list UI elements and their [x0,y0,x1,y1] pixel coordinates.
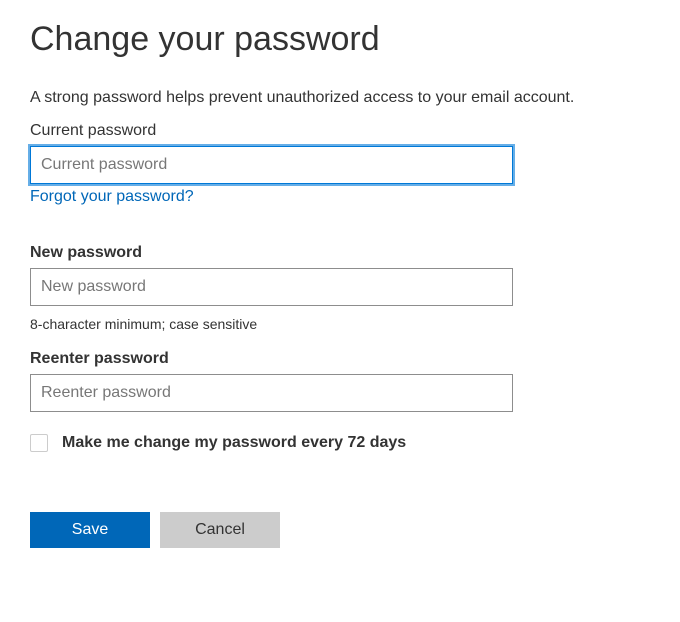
save-button[interactable]: Save [30,512,150,548]
current-password-label: Current password [30,122,650,140]
new-password-label: New password [30,244,650,262]
new-password-input[interactable] [30,268,513,306]
reenter-password-label: Reenter password [30,350,650,368]
cancel-button[interactable]: Cancel [160,512,280,548]
expiry-checkbox[interactable] [30,434,48,452]
button-row: Save Cancel [30,512,650,548]
new-password-group: New password 8-character minimum; case s… [30,244,650,332]
password-hint: 8-character minimum; case sensitive [30,316,650,332]
reenter-password-group: Reenter password [30,350,650,412]
reenter-password-input[interactable] [30,374,513,412]
expiry-checkbox-row: Make me change my password every 72 days [30,434,650,452]
page-title: Change your password [30,20,650,59]
expiry-checkbox-label[interactable]: Make me change my password every 72 days [62,434,406,452]
forgot-password-link[interactable]: Forgot your password? [30,188,194,206]
current-password-input[interactable] [30,146,513,184]
page-description: A strong password helps prevent unauthor… [30,89,650,107]
current-password-group: Current password Forgot your password? [30,122,650,226]
